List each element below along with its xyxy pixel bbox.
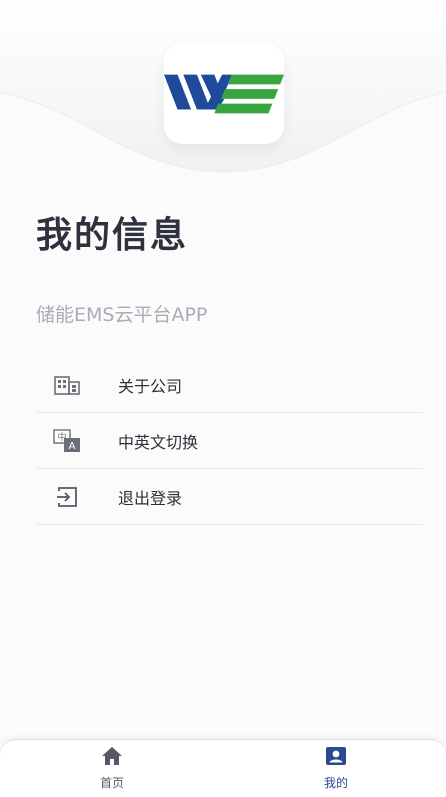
menu-item-language-switch[interactable]: 中 A 中英文切换	[36, 413, 423, 469]
bottom-tab-bar: 首页 我的	[0, 739, 446, 797]
user-profile-icon	[325, 746, 347, 770]
app-logo	[164, 44, 284, 144]
page-title: 我的信息	[36, 215, 189, 256]
logout-icon	[53, 483, 81, 511]
menu-item-label: 关于公司	[118, 376, 183, 396]
menu-item-about-company[interactable]: 关于公司	[36, 357, 423, 413]
home-icon	[101, 746, 123, 770]
building-icon	[53, 371, 81, 399]
tab-mine[interactable]: 我的	[296, 746, 376, 794]
menu-item-label: 中英文切换	[118, 432, 199, 452]
menu-item-label: 退出登录	[118, 488, 183, 508]
language-switch-icon: 中 A	[53, 427, 81, 455]
tab-label: 我的	[323, 776, 348, 790]
tab-home[interactable]: 首页	[72, 746, 152, 794]
company-logo-icon	[164, 74, 284, 114]
tab-label: 首页	[99, 776, 124, 790]
svg-text:A: A	[69, 441, 76, 452]
app-subtitle: 储能EMS云平台APP	[36, 304, 208, 326]
menu-item-logout[interactable]: 退出登录	[36, 469, 423, 525]
settings-menu: 关于公司 中 A 中英文切换 退出登录	[36, 357, 423, 525]
